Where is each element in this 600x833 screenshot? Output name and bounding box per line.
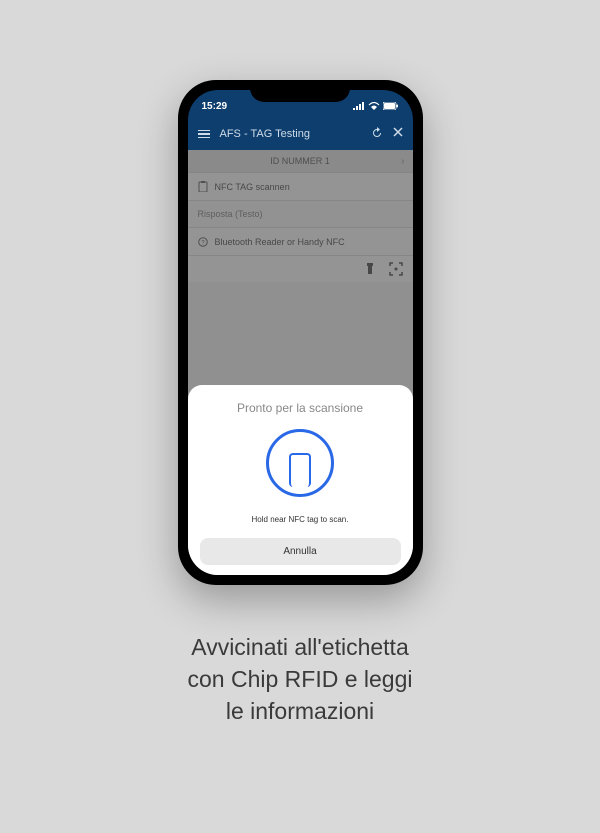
caption-line-3: le informazioni <box>188 695 413 727</box>
app-header: AFS - TAG Testing <box>188 118 413 150</box>
nfc-scan-modal: Pronto per la scansione Hold near NFC ta… <box>188 385 413 575</box>
cancel-button[interactable]: Annulla <box>200 538 401 565</box>
wifi-icon <box>368 102 380 110</box>
menu-icon[interactable] <box>198 130 210 139</box>
refresh-icon[interactable] <box>371 127 383 142</box>
scan-circle-icon <box>266 429 334 497</box>
app-title: AFS - TAG Testing <box>220 128 361 140</box>
modal-title: Pronto per la scansione <box>200 401 401 415</box>
phone-notch <box>250 80 350 102</box>
content-area: ID NUMMER 1 › NFC TAG scannen Risposta (… <box>188 150 413 575</box>
phone-frame: 15:29 AFS - TAG Testing <box>178 80 423 585</box>
signal-icon <box>353 102 365 110</box>
modal-instruction: Hold near NFC tag to scan. <box>200 515 401 524</box>
caption-line-2: con Chip RFID e leggi <box>188 663 413 695</box>
status-time: 15:29 <box>202 101 228 112</box>
close-icon[interactable] <box>393 127 403 142</box>
phone-outline-icon <box>289 453 311 487</box>
caption-text: Avvicinati all'etichetta con Chip RFID e… <box>158 631 443 728</box>
phone-screen: 15:29 AFS - TAG Testing <box>188 90 413 575</box>
battery-icon <box>383 102 399 110</box>
caption-line-1: Avvicinati all'etichetta <box>188 631 413 663</box>
status-icons <box>353 102 399 110</box>
